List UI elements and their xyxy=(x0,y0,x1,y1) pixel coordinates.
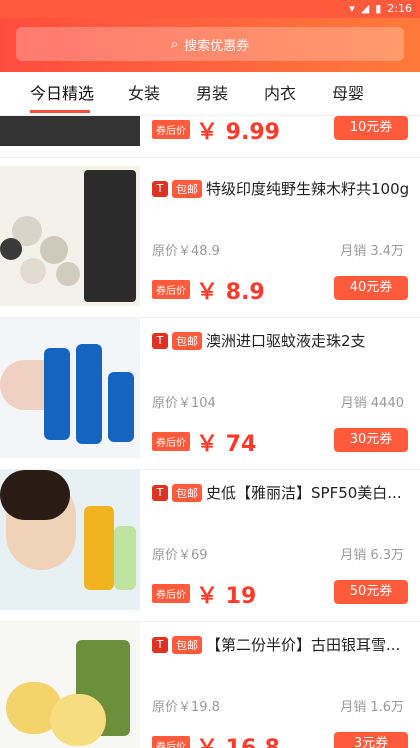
product-image xyxy=(0,116,140,146)
taobao-icon: T xyxy=(152,484,168,501)
price: ￥ 8.9 xyxy=(196,280,265,305)
category-tabs: 今日精选 女装 男装 内衣 母婴 xyxy=(0,72,420,116)
price: ￥ 16.8 xyxy=(196,730,280,748)
price-row: 券后价 ￥ 8.9 40元券 xyxy=(152,274,420,305)
product-image xyxy=(0,318,140,458)
price: ￥ 9.99 xyxy=(196,120,280,145)
status-time: 2:16 xyxy=(387,2,412,15)
price-row: 券后价 ￥ 19 50元券 xyxy=(152,578,420,609)
monthly-sales: 月销 4440 xyxy=(340,396,404,411)
product-info: T 包邮 澳洲进口驱蚊液走珠2支 原价￥104 月销 4440 券后价 ￥ 74… xyxy=(152,318,420,468)
tab-baby[interactable]: 母婴 xyxy=(332,72,364,116)
price-row: 券后价 ￥ 9.99 10元券 xyxy=(152,116,420,145)
wifi-icon: ▾ xyxy=(349,2,355,15)
taobao-icon: T xyxy=(152,180,168,197)
original-price: 原价￥19.8 xyxy=(152,700,220,715)
free-shipping-badge: 包邮 xyxy=(172,179,202,198)
battery-icon: ▮ xyxy=(375,2,382,15)
product-info: T 包邮 【第二份半价】古田银耳雪... 原价￥19.8 月销 1.6万 券后价… xyxy=(152,622,420,748)
tab-women[interactable]: 女装 xyxy=(128,72,160,116)
product-title: 特级印度纯野生辣木籽共100g xyxy=(206,180,410,198)
taobao-icon: T xyxy=(152,332,168,349)
after-coupon-tag: 券后价 xyxy=(152,120,190,139)
coupon-button[interactable]: 50元券 xyxy=(334,580,408,604)
meta-row: 原价￥104 月销 4440 xyxy=(152,392,404,411)
free-shipping-badge: 包邮 xyxy=(172,483,202,502)
original-price: 原价￥48.9 xyxy=(152,244,220,259)
free-shipping-badge: 包邮 xyxy=(172,635,202,654)
taobao-icon: T xyxy=(152,636,168,653)
list-item[interactable]: T 包邮 特级印度纯野生辣木籽共100g 原价￥48.9 月销 3.4万 券后价… xyxy=(0,166,420,318)
tab-underwear[interactable]: 内衣 xyxy=(264,72,296,116)
monthly-sales: 月销 3.4万 xyxy=(340,244,404,259)
meta-row: 原价￥69 月销 6.3万 xyxy=(152,544,404,563)
price: ￥ 19 xyxy=(196,584,257,609)
product-info: T 包邮 史低【雅丽洁】SPF50美白... 原价￥69 月销 6.3万 券后价… xyxy=(152,470,420,620)
product-list: 券后价 ￥ 9.99 10元券 T 包邮 特级印度纯野生辣木籽共100g 原价￥… xyxy=(0,116,420,748)
search-placeholder: 搜索优惠券 xyxy=(184,38,250,54)
product-info: T 包邮 特级印度纯野生辣木籽共100g 原价￥48.9 月销 3.4万 券后价… xyxy=(152,166,420,316)
original-price: 原价￥104 xyxy=(152,396,216,411)
monthly-sales: 月销 6.3万 xyxy=(340,548,404,563)
coupon-button[interactable]: 30元券 xyxy=(334,428,408,452)
monthly-sales: 月销 1.6万 xyxy=(340,700,404,715)
list-item[interactable]: T 包邮 澳洲进口驱蚊液走珠2支 原价￥104 月销 4440 券后价 ￥ 74… xyxy=(0,318,420,470)
title-row: T 包邮 特级印度纯野生辣木籽共100g xyxy=(152,178,414,199)
list-item[interactable]: 券后价 ￥ 9.99 10元券 xyxy=(0,116,420,158)
title-row: T 包邮 史低【雅丽洁】SPF50美白... xyxy=(152,482,414,503)
search-bar[interactable]: ⌕ 搜索优惠券 xyxy=(16,27,404,61)
title-row: T 包邮 澳洲进口驱蚊液走珠2支 xyxy=(152,330,414,351)
after-coupon-tag: 券后价 xyxy=(152,736,190,748)
list-item[interactable]: T 包邮 【第二份半价】古田银耳雪... 原价￥19.8 月销 1.6万 券后价… xyxy=(0,622,420,748)
product-title: 【第二份半价】古田银耳雪... xyxy=(206,636,401,654)
price: ￥ 74 xyxy=(196,432,257,457)
product-info: 券后价 ￥ 9.99 10元券 xyxy=(152,116,420,156)
product-image xyxy=(0,622,140,748)
price-row: 券后价 ￥ 16.8 3元券 xyxy=(152,730,420,748)
coupon-button[interactable]: 10元券 xyxy=(334,116,408,140)
coupon-button[interactable]: 40元券 xyxy=(334,276,408,300)
status-bar: ▾ ◢ ▮ 2:16 xyxy=(0,0,420,18)
after-coupon-tag: 券后价 xyxy=(152,432,190,451)
status-icons: ▾ ◢ ▮ 2:16 xyxy=(349,2,412,15)
after-coupon-tag: 券后价 xyxy=(152,280,190,299)
search-icon: ⌕ xyxy=(170,36,179,52)
product-image xyxy=(0,470,140,610)
meta-row: 原价￥48.9 月销 3.4万 xyxy=(152,240,404,259)
signal-icon: ◢ xyxy=(360,2,370,15)
product-image xyxy=(0,166,140,306)
meta-row: 原价￥19.8 月销 1.6万 xyxy=(152,696,404,715)
free-shipping-badge: 包邮 xyxy=(172,331,202,350)
after-coupon-tag: 券后价 xyxy=(152,584,190,603)
original-price: 原价￥69 xyxy=(152,548,208,563)
product-title: 澳洲进口驱蚊液走珠2支 xyxy=(206,332,366,350)
tab-men[interactable]: 男装 xyxy=(196,72,228,116)
header: ⌕ 搜索优惠券 xyxy=(0,18,420,72)
price-row: 券后价 ￥ 74 30元券 xyxy=(152,426,420,457)
active-tab-indicator xyxy=(30,110,90,113)
product-title: 史低【雅丽洁】SPF50美白... xyxy=(206,484,402,502)
coupon-button[interactable]: 3元券 xyxy=(334,732,408,748)
list-item[interactable]: T 包邮 史低【雅丽洁】SPF50美白... 原价￥69 月销 6.3万 券后价… xyxy=(0,470,420,622)
title-row: T 包邮 【第二份半价】古田银耳雪... xyxy=(152,634,414,655)
